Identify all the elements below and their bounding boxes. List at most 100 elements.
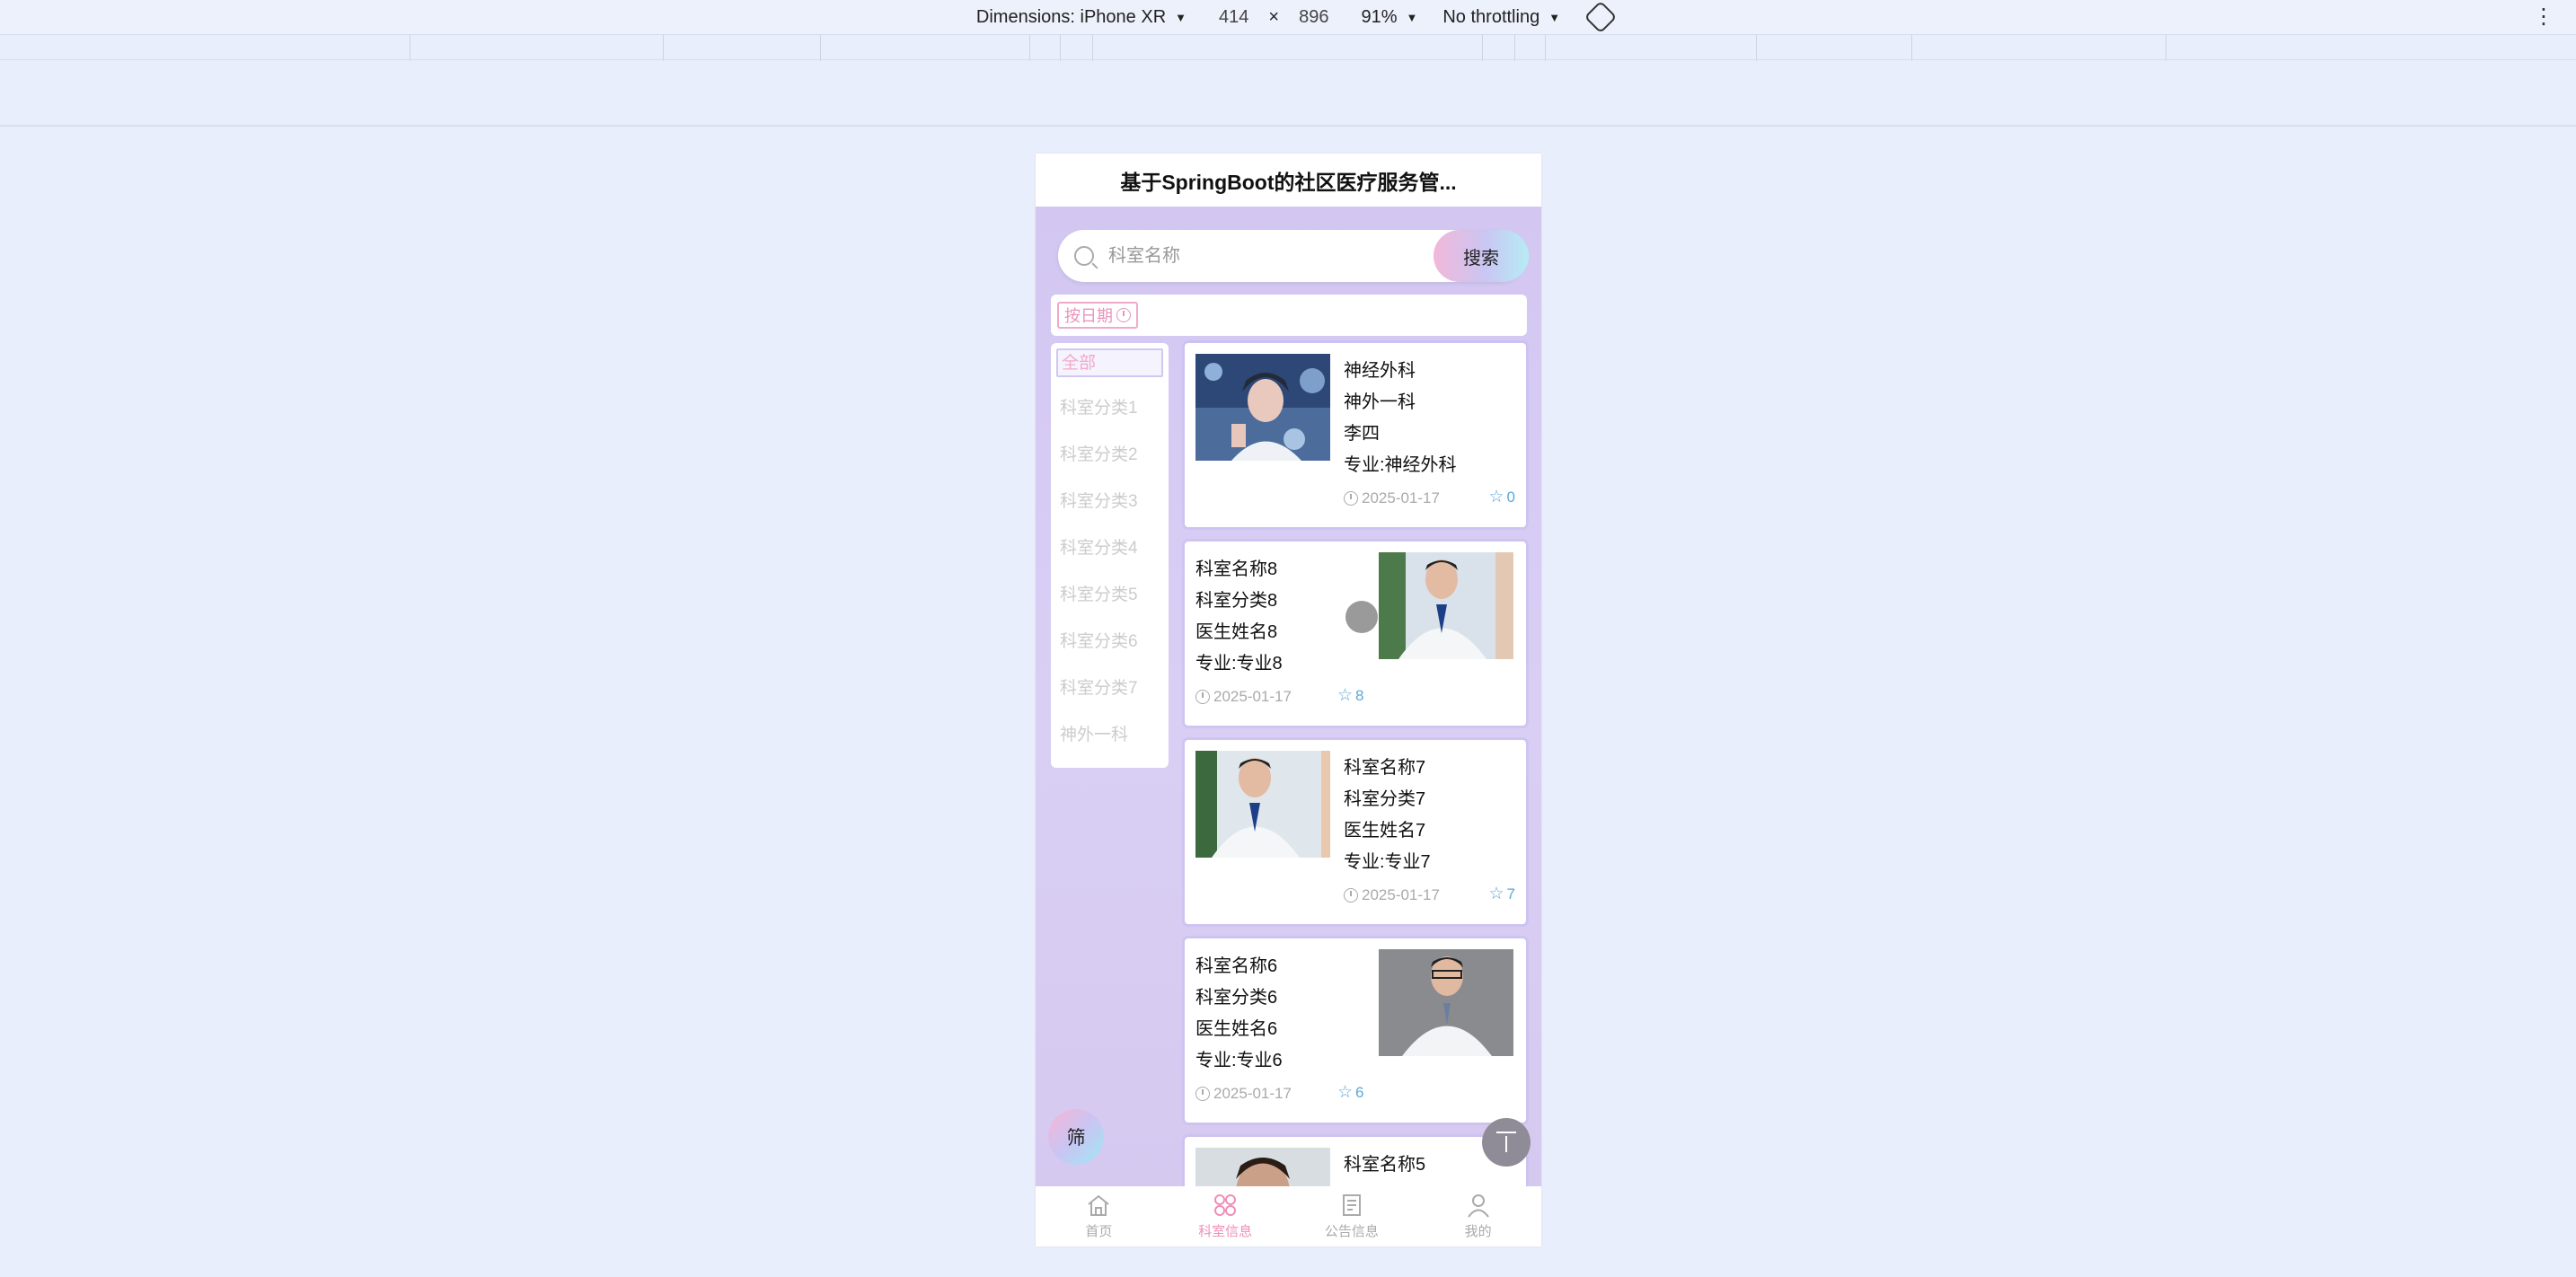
doctor-name: 医生姓名6 <box>1195 1019 1278 1039</box>
doctor-photo <box>1195 354 1330 461</box>
specialty: 专业:专业7 <box>1344 852 1431 872</box>
likes-count: 0 <box>1506 488 1515 506</box>
clock-icon <box>1116 308 1131 322</box>
department-name: 科室名称6 <box>1195 956 1278 976</box>
clock-icon <box>1344 491 1358 506</box>
doctor-name: 医生姓名7 <box>1344 821 1426 841</box>
specialty: 专业:专业6 <box>1195 1051 1283 1070</box>
card-likes[interactable]: ☆ 8 <box>1337 685 1364 706</box>
doctor-photo <box>1379 949 1513 1056</box>
department-card[interactable]: 科室名称7 科室分类7 医生姓名7 专业:专业7 2025-01-17 ☆ 7 <box>1185 740 1526 924</box>
category-item[interactable]: 神外一科 <box>1051 722 1169 769</box>
category-item[interactable]: 科室分类7 <box>1051 675 1169 722</box>
search-bar: 搜索 <box>1058 230 1529 282</box>
category-item[interactable]: 科室分类5 <box>1051 582 1169 629</box>
likes-count: 6 <box>1355 1083 1364 1101</box>
category-item[interactable]: 科室分类2 <box>1051 442 1169 489</box>
doctor-name: 李四 <box>1344 424 1380 444</box>
ruler-divider <box>0 125 2576 127</box>
department-category: 神外一科 <box>1344 392 1416 412</box>
clock-icon <box>1195 690 1210 704</box>
device-selector[interactable]: Dimensions: iPhone XR ▼ <box>976 7 1187 28</box>
throttling-selector[interactable]: No throttling ▼ <box>1442 7 1560 28</box>
category-item[interactable]: 科室分类6 <box>1051 629 1169 675</box>
search-input[interactable] <box>1108 241 1414 271</box>
specialty: 专业:专业8 <box>1195 654 1283 674</box>
department-name: 科室名称8 <box>1195 559 1278 579</box>
tab-profile[interactable]: 我的 <box>1415 1186 1541 1246</box>
search-icon <box>1074 246 1094 266</box>
department-card[interactable]: 科室名称8 科室分类8 医生姓名8 专业:专业8 2025-01-17 ☆ 8 <box>1185 542 1526 726</box>
card-info: 科室名称5 <box>1344 1149 1505 1181</box>
times-label: × <box>1268 6 1280 27</box>
sort-row: 按日期 <box>1051 295 1527 336</box>
media-query-ruler <box>0 34 2576 61</box>
department-name: 神经外科 <box>1344 361 1416 381</box>
clock-icon <box>1195 1087 1210 1101</box>
sort-by-date-button[interactable]: 按日期 <box>1057 302 1138 329</box>
department-category: 科室分类7 <box>1344 789 1426 809</box>
card-likes[interactable]: ☆ 0 <box>1488 487 1515 507</box>
department-category: 科室分类8 <box>1195 591 1278 611</box>
specialty: 专业:神经外科 <box>1344 455 1457 475</box>
arrow-up-icon <box>1496 1132 1516 1153</box>
throttling-label: No throttling <box>1442 6 1540 27</box>
card-likes[interactable]: ☆ 6 <box>1337 1082 1364 1103</box>
search-button[interactable]: 搜索 <box>1434 230 1529 282</box>
star-icon: ☆ <box>1488 488 1504 506</box>
category-item[interactable]: 科室分类1 <box>1051 395 1169 442</box>
home-icon <box>1088 1194 1110 1216</box>
devtools-toolbar: Dimensions: iPhone XR ▼ 414 × 896 91% ▼ … <box>0 0 2576 34</box>
category-item[interactable]: 科室分类3 <box>1051 489 1169 535</box>
width-input[interactable]: 414 <box>1219 7 1248 28</box>
star-icon: ☆ <box>1337 1083 1354 1102</box>
star-icon: ☆ <box>1488 885 1504 903</box>
grid-icon <box>1214 1194 1237 1216</box>
clock-icon <box>1344 888 1358 903</box>
card-info: 科室名称6 科室分类6 医生姓名6 专业:专业6 <box>1195 951 1357 1077</box>
zoom-selector[interactable]: 91% ▼ <box>1361 7 1417 28</box>
date-text: 2025-01-17 <box>1213 688 1292 705</box>
category-item[interactable]: 科室分类4 <box>1051 535 1169 582</box>
more-options-icon[interactable]: ⋮ <box>2533 4 2554 30</box>
department-name: 科室名称5 <box>1344 1155 1426 1175</box>
bottom-tabbar: 首页 科室信息 公告信息 我的 <box>1036 1186 1541 1246</box>
department-card[interactable]: 神经外科 神外一科 李四 专业:神经外科 2025-01-17 ☆ 0 <box>1185 343 1526 527</box>
back-to-top-button[interactable] <box>1482 1118 1531 1167</box>
department-category: 科室分类6 <box>1195 988 1278 1008</box>
card-info: 科室名称7 科室分类7 医生姓名7 专业:专业7 <box>1344 753 1505 878</box>
tab-label: 首页 <box>1085 1224 1113 1239</box>
category-item-all[interactable]: 全部 <box>1056 348 1163 377</box>
card-date: 2025-01-17 <box>1195 1085 1292 1103</box>
card-info: 科室名称8 科室分类8 医生姓名8 专业:专业8 <box>1195 554 1357 680</box>
doctor-photo <box>1379 552 1513 659</box>
filter-button[interactable]: 筛 <box>1048 1109 1104 1165</box>
user-icon <box>1467 1194 1489 1218</box>
chevron-down-icon: ▼ <box>1406 10 1418 24</box>
doctor-photo <box>1195 751 1330 858</box>
department-card[interactable]: 科室名称6 科室分类6 医生姓名6 专业:专业6 2025-01-17 ☆ 6 <box>1185 938 1526 1123</box>
date-text: 2025-01-17 <box>1362 489 1440 506</box>
tab-label: 公告信息 <box>1324 1224 1379 1239</box>
category-list: 全部 科室分类1 科室分类2 科室分类3 科室分类4 科室分类5 科室分类6 科… <box>1051 343 1169 768</box>
page-title: 基于SpringBoot的社区医疗服务管... <box>1036 154 1541 207</box>
card-date: 2025-01-17 <box>1344 489 1440 507</box>
card-likes[interactable]: ☆ 7 <box>1488 884 1515 904</box>
doctor-name: 医生姓名8 <box>1195 622 1278 642</box>
tab-home[interactable]: 首页 <box>1036 1186 1162 1246</box>
sort-by-date-label: 按日期 <box>1064 307 1113 325</box>
card-info: 神经外科 神外一科 李四 专业:神经外科 <box>1344 356 1505 481</box>
date-text: 2025-01-17 <box>1362 886 1440 903</box>
star-icon: ☆ <box>1337 686 1354 705</box>
card-date: 2025-01-17 <box>1344 886 1440 904</box>
department-name: 科室名称7 <box>1344 758 1426 778</box>
chevron-down-icon: ▼ <box>1548 10 1561 24</box>
drag-handle[interactable] <box>1345 601 1378 633</box>
tab-announcements[interactable]: 公告信息 <box>1289 1186 1416 1246</box>
height-input[interactable]: 896 <box>1299 7 1328 28</box>
likes-count: 8 <box>1355 686 1364 704</box>
likes-count: 7 <box>1506 885 1515 903</box>
tab-departments[interactable]: 科室信息 <box>1162 1186 1289 1246</box>
tab-label: 我的 <box>1464 1224 1492 1239</box>
rotate-icon[interactable] <box>1584 0 1618 34</box>
